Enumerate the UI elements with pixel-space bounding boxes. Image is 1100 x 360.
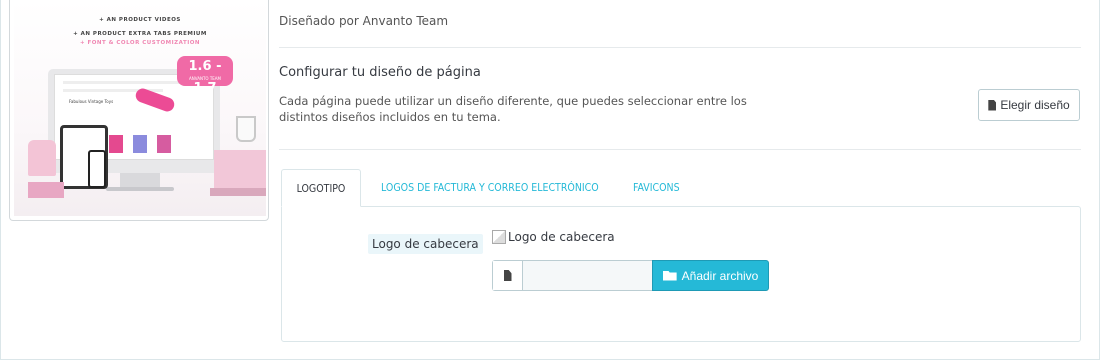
file-icon <box>988 99 997 111</box>
choose-layout-label: Elegir diseño <box>1000 98 1070 112</box>
header-logo-image: Logo de cabecera <box>492 230 615 244</box>
product-tile <box>133 135 147 153</box>
tab-invoice-email-logos[interactable]: LOGOS DE FACTURA Y CORREO ELECTRÓNICO <box>381 169 599 207</box>
header-logo-alt: Logo de cabecera <box>508 230 615 244</box>
version-badge: 1.6 - 1.7 ANVANTO TEAM <box>177 56 233 96</box>
version-badge-sub: ANVANTO TEAM <box>189 76 221 81</box>
theme-preview-canvas: + AN PRODUCT VIDEOS + AN PRODUCT EXTRA T… <box>14 0 266 216</box>
box-illustration <box>28 182 64 198</box>
file-input-addon <box>493 261 523 290</box>
screen-heading: Fabulous Vintage Toys <box>69 99 114 104</box>
theme-author: Diseñado por Anvanto Team <box>279 14 449 28</box>
broken-image-icon <box>492 230 506 244</box>
cup-illustration <box>236 116 256 142</box>
box-illustration <box>214 150 266 190</box>
folder-open-icon <box>662 270 677 281</box>
header-logo-label: Logo de cabecera <box>368 234 483 254</box>
file-icon <box>503 270 512 281</box>
layout-section-title: Configurar tu diseño de página <box>279 65 481 80</box>
product-tile <box>157 135 171 153</box>
choose-layout-button[interactable]: Elegir diseño <box>978 89 1080 121</box>
tab-favicons[interactable]: FAVICONS <box>633 169 680 207</box>
product-tile <box>109 135 123 153</box>
phone-illustration <box>88 150 106 188</box>
vase-illustration <box>28 140 56 176</box>
add-file-button[interactable]: Añadir archivo <box>652 260 769 291</box>
theme-preview-image: + AN PRODUCT VIDEOS + AN PRODUCT EXTRA T… <box>9 0 269 221</box>
promo-line: + FONT & COLOR CUSTOMIZATION <box>79 40 201 46</box>
divider <box>279 149 1081 150</box>
logo-tabs: LOGOTIPO LOGOS DE FACTURA Y CORREO ELECT… <box>281 169 1081 207</box>
logo-file-input[interactable] <box>492 260 652 291</box>
promo-line: + AN PRODUCT EXTRA TABS PREMIUM <box>73 31 207 37</box>
box-illustration <box>210 188 266 196</box>
add-file-label: Añadir archivo <box>681 268 759 283</box>
divider <box>279 47 1081 48</box>
tab-logotipo[interactable]: LOGOTIPO <box>281 169 361 207</box>
promo-line: + AN PRODUCT VIDEOS <box>99 17 181 23</box>
theme-settings-panel: + AN PRODUCT VIDEOS + AN PRODUCT EXTRA T… <box>0 0 1100 360</box>
monitor-stand-base <box>106 187 174 191</box>
layout-section-description: Cada página puede utilizar un diseño dif… <box>279 94 747 124</box>
